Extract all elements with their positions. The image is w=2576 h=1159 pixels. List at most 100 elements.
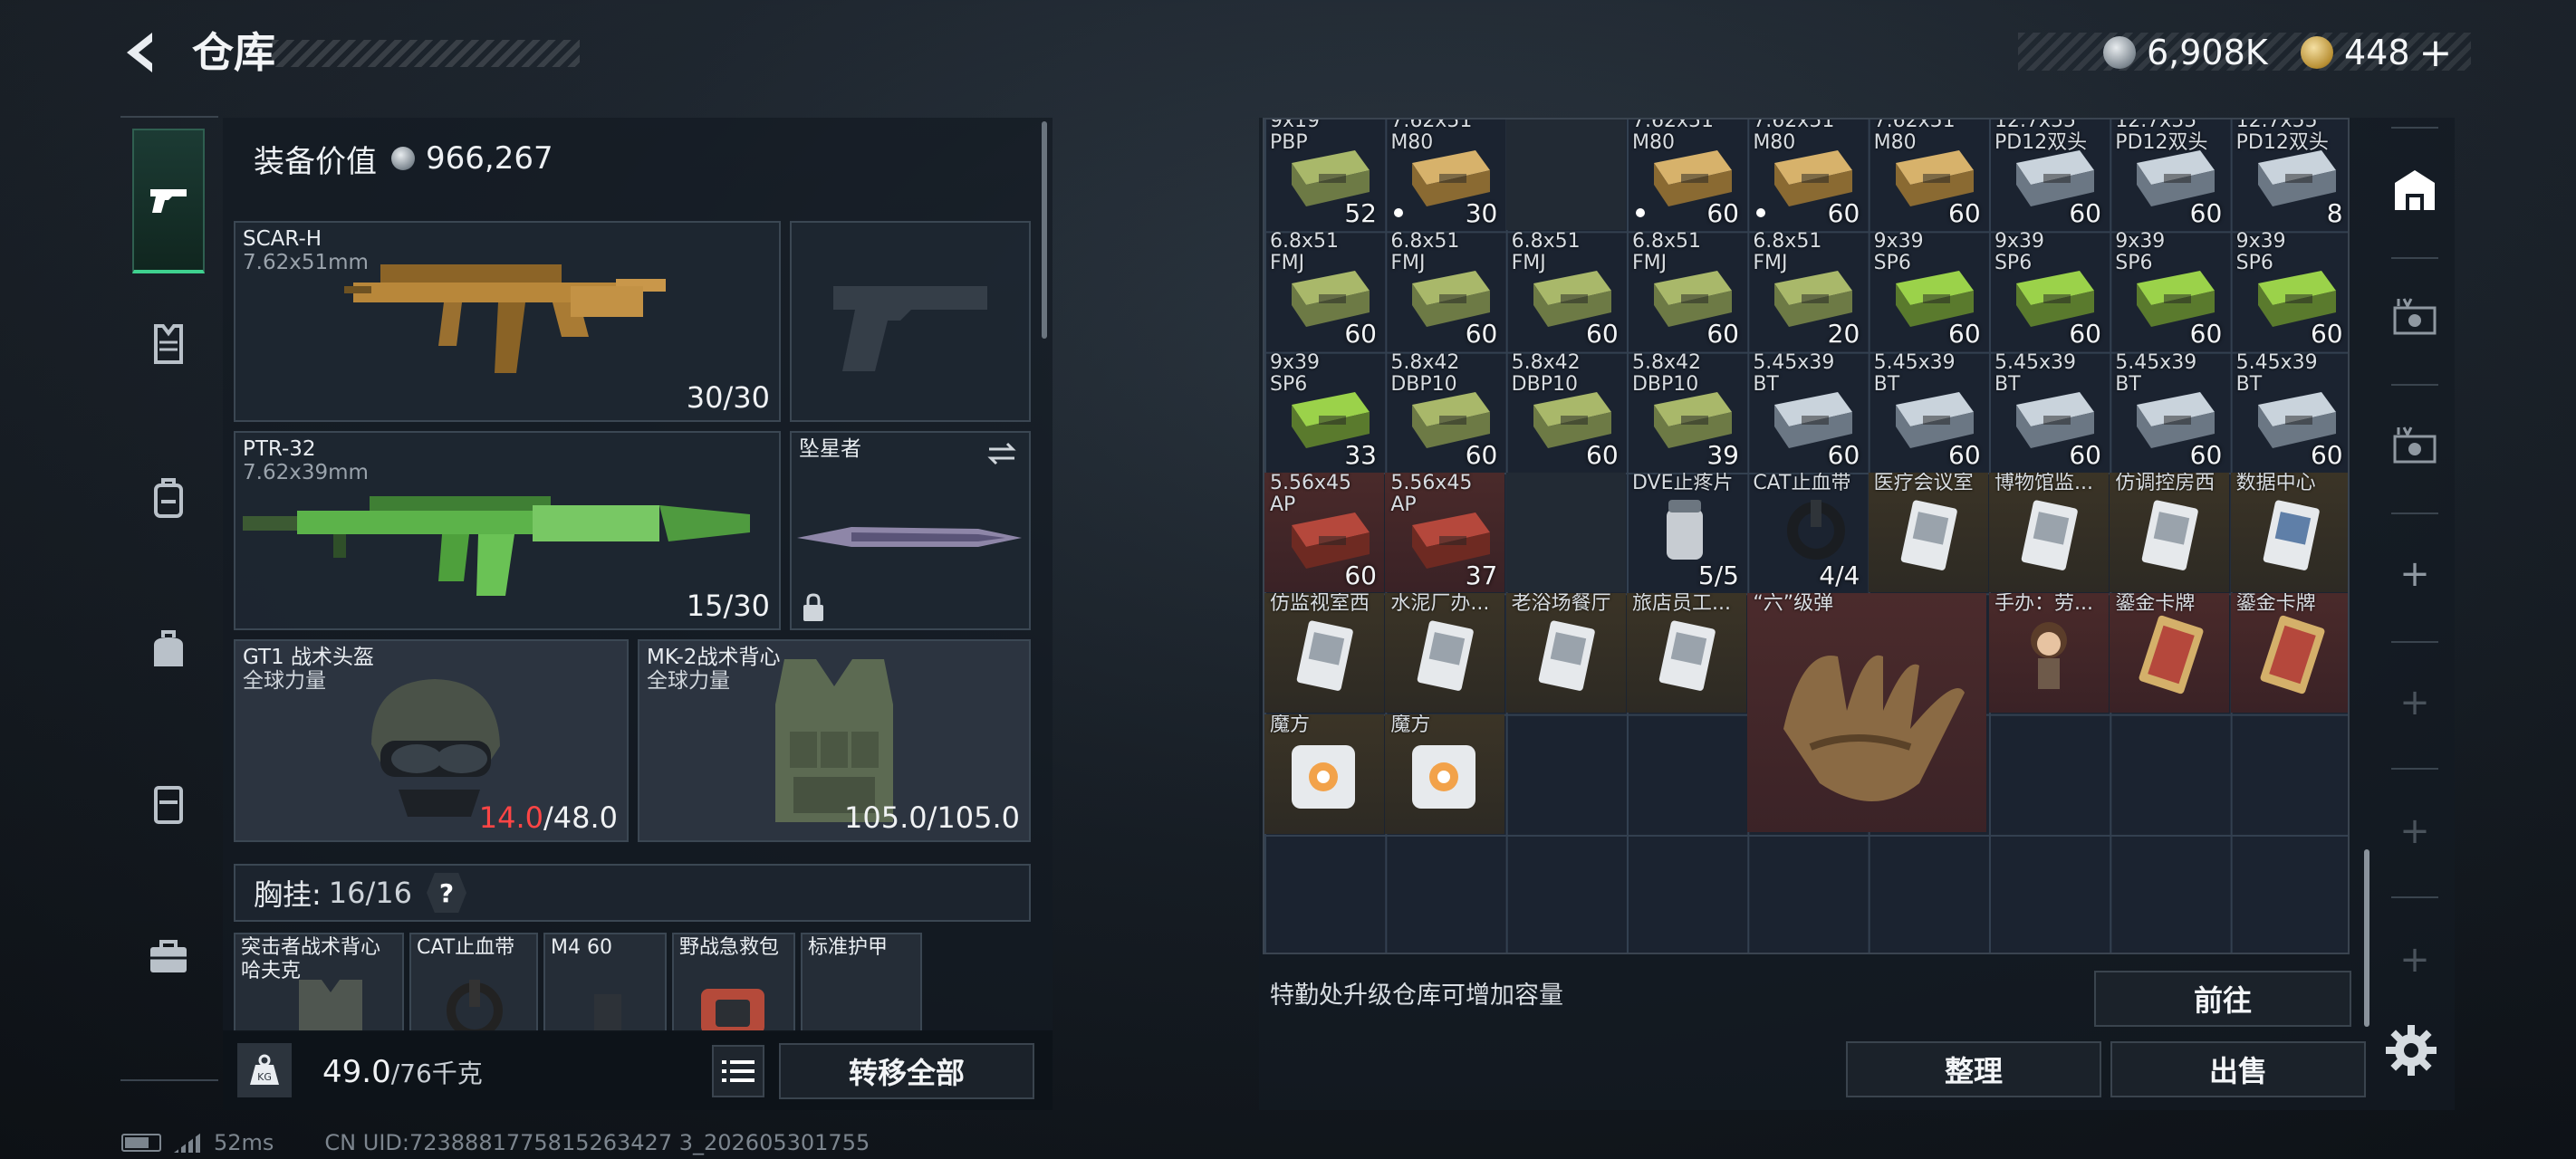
grid-item[interactable]: 老浴场餐厅 [1505,593,1626,714]
grid-item[interactable]: 7.62x51 M80 60 [1869,120,1988,230]
rig-slot-armor-plate[interactable]: 标准护甲 [801,933,922,1032]
rail-tab-container[interactable] [132,768,205,840]
grid-item[interactable]: 9x39 SP6 60 [2110,231,2229,350]
grid-item[interactable]: 12.7x55 PD12双头 60 [2110,120,2229,230]
grid-item-label: 9x19 PBP [1270,118,1321,154]
grid-item-label: DVE止疼片 [1631,472,1734,494]
weight-max: /76千克 [390,1058,483,1088]
grid-item[interactable]: 9x39 SP6 60 [1869,231,1988,350]
grid-item[interactable]: 旅店员工... [1626,593,1746,714]
armor-slot[interactable]: MK-2战术背心 全球力量 105.0/105.0 [638,639,1031,842]
warehouse-tab-iv-2[interactable] [2386,417,2444,474]
grid-item[interactable]: 5.45x39 BT 60 [1869,352,1988,472]
grid-item[interactable]: 5.8x42 DBP10 39 [1627,352,1746,472]
goto-button[interactable]: 前往 [2094,971,2351,1027]
grid-item-label: CAT止血带 [1753,472,1851,494]
grid-item[interactable]: 鎏金卡牌 [2110,593,2230,714]
rig-slot-tourniquet[interactable]: CAT止血带 [409,933,538,1032]
lock-icon [803,593,823,621]
grid-item[interactable]: 数据中心 [2230,472,2348,592]
sidearm-slot-empty[interactable] [790,221,1031,422]
grid-item[interactable]: 医疗会议室 [1868,472,1988,592]
grid-item[interactable]: 仿监视室西 [1264,593,1384,714]
sell-button[interactable]: 出售 [2110,1041,2366,1097]
grid-item[interactable]: 6.8x51 FMJ 20 [1747,231,1867,350]
grid-item-label: 5.45x39 BT [1873,351,1956,396]
add-currency-button[interactable]: + [2419,30,2453,76]
list-view-button[interactable] [712,1045,764,1097]
loadout-scrollbar[interactable] [1042,121,1047,339]
rig-slot-first-aid[interactable]: 野战急救包 [672,933,795,1032]
grid-item[interactable]: 9x39 SP6 60 [2231,231,2348,350]
grid-item[interactable]: 博物馆监... [1988,472,2109,592]
grid-item[interactable]: 7.62x51 M80 60 [1627,120,1746,230]
backpack-icon [154,478,183,518]
grid-item[interactable]: 5.45x39 BT 60 [2231,352,2348,472]
secondary-weapon-slot[interactable]: PTR-32 7.62x39mm 15/30 [234,431,781,630]
sort-button[interactable]: 整理 [1846,1041,2101,1097]
grid-item[interactable]: 仿调控房西 [2110,472,2230,592]
grid-item[interactable]: 魔方 [1385,714,1505,834]
grid-item[interactable]: 鎏金卡牌 [2230,593,2348,714]
grid-item-label: 老浴场餐厅 [1511,593,1611,616]
grid-item[interactable]: 6.8x51 FMJ 60 [1627,231,1746,350]
rig-slot-vest[interactable]: 突击者战术背心 哈夫克 [234,933,404,1032]
grid-item[interactable]: 7.62x51 M80 60 [1747,120,1867,230]
warehouse-scrollbar[interactable] [2364,849,2369,1027]
help-icon[interactable]: ? [427,873,467,913]
grid-item[interactable]: 9x39 SP6 60 [1989,231,2109,350]
grid-item[interactable]: 水泥厂办... [1385,593,1505,714]
chest-rig-label: 胸挂: [254,877,322,912]
back-arrow-icon[interactable] [116,25,170,80]
add-warehouse-tab-plus-icon[interactable]: + [2386,545,2444,603]
grid-item[interactable]: 9x39 SP6 33 [1264,352,1384,472]
grid-item[interactable]: “六”级弹 [1747,593,1987,833]
grid-item[interactable]: DVE止疼片 5/5 [1627,473,1746,592]
grid-item[interactable]: 5.56x45 AP 37 [1385,472,1505,592]
melee-slot[interactable]: 坠星者 [790,431,1031,630]
grid-item[interactable]: 6.8x51 FMJ 60 [1385,231,1504,350]
warehouse-icon [2395,170,2435,210]
grid-item[interactable]: 魔方 [1264,714,1384,834]
grid-item[interactable]: 5.45x39 BT 60 [1989,352,2109,472]
rig-slot-magazine[interactable]: M4 60 [543,933,667,1032]
armor-name: MK-2战术背心 [647,646,781,669]
settings-gear-icon[interactable] [2382,1021,2440,1079]
grid-item-count: 60 [1586,439,1619,470]
rail-tab-armor[interactable] [132,308,205,380]
grid-item[interactable]: 9x19 PBP 52 [1264,118,1384,230]
swap-icon[interactable] [985,440,1018,467]
primary-weapon-slot[interactable]: SCAR-H 7.62x51mm 30/30 [234,221,781,422]
grid-item[interactable]: 12.7x55 PD12双头 60 [1989,120,2109,230]
rail-tab-bag[interactable] [132,614,205,686]
gold-currency[interactable]: 448 + [2301,27,2452,78]
container-icon [154,786,183,824]
helmet-durability-current: 14.0 [478,800,543,835]
rail-divider [2391,127,2438,129]
rail-tab-backpack[interactable] [132,462,205,534]
grid-item[interactable]: 5.8x42 DBP10 60 [1385,352,1504,472]
grid-item[interactable]: 手办：劳... [1988,593,2109,714]
grid-item[interactable]: 12.7x55 PD12双头 8 [2231,120,2348,230]
grid-item-label: 9x39 SP6 [1873,231,1924,275]
grid-item[interactable]: 6.8x51 FMJ 60 [1264,231,1384,350]
grid-item[interactable]: 5.45x39 BT 60 [2110,352,2229,472]
silver-coin-icon [391,147,415,170]
grid-item[interactable]: 5.45x39 BT 60 [1747,352,1867,472]
page-title: 仓库 [192,28,275,77]
capacity-hint: 特勤处升级仓库可增加容量 [1270,982,1563,1010]
grid-item[interactable]: 6.8x51 FMJ 60 [1506,231,1626,350]
rail-tab-toolbox[interactable] [132,920,205,992]
warehouse-tab-iv-1[interactable] [2386,288,2444,346]
grid-item[interactable]: 7.62x51 M80 30 [1385,120,1504,230]
grid-item[interactable]: CAT止血带 4/4 [1747,473,1867,592]
weight-icon: KG [237,1043,292,1097]
transfer-all-button[interactable]: 转移全部 [779,1043,1034,1099]
helmet-slot[interactable]: GT1 战术头盔 全球力量 14.0/48.0 [234,639,629,842]
rail-tab-weapons[interactable] [132,129,205,273]
grid-item[interactable]: 5.8x42 DBP10 60 [1506,352,1626,472]
warehouse-tab-main[interactable] [2386,161,2444,219]
grid-item-count: 60 [2189,198,2223,228]
warehouse-grid[interactable]: 9x19 PBP 52 7.62x51 M80 30 7.62x51 M80 60 7.62… [1263,118,2350,954]
grid-item[interactable]: 5.56x45 AP 60 [1264,472,1384,592]
